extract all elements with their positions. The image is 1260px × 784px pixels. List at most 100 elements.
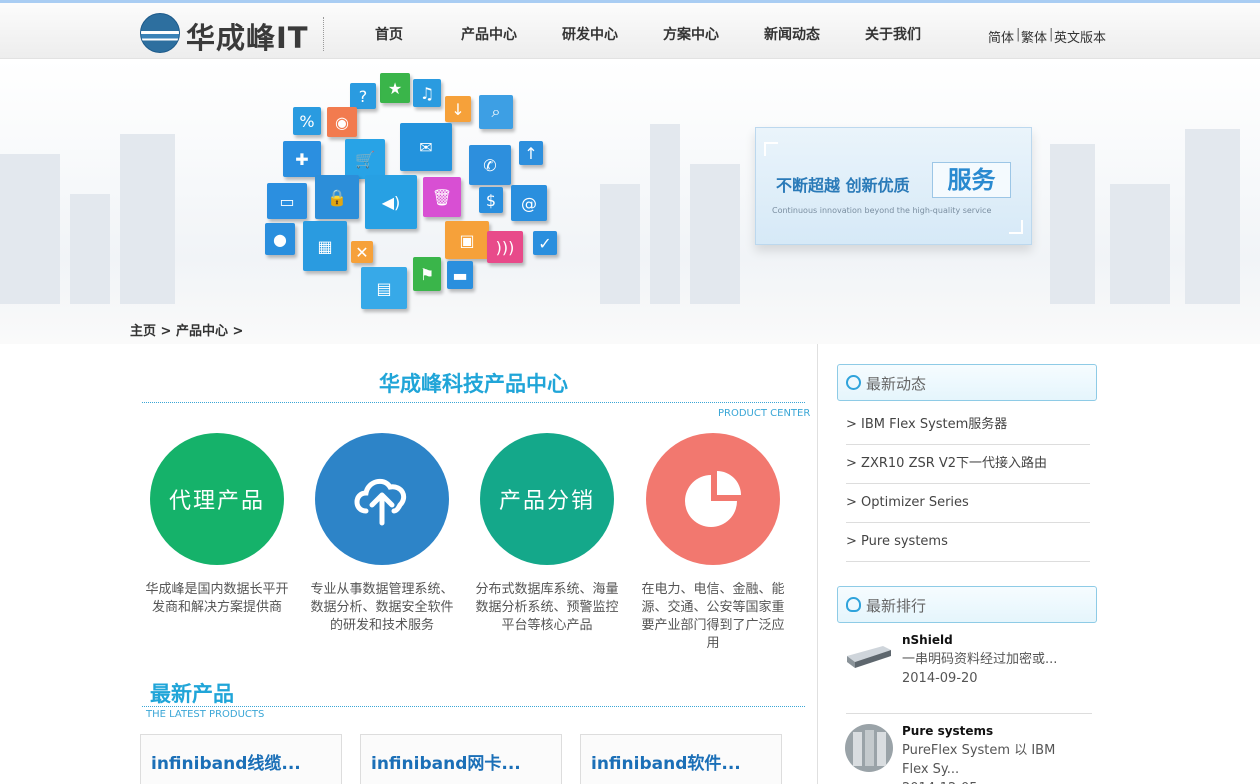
news-link[interactable]: ZXR10 ZSR V2下一代接入路由 bbox=[861, 456, 1047, 471]
pie-chart-icon bbox=[685, 471, 741, 527]
breadcrumb-current[interactable]: 产品中心 bbox=[176, 324, 228, 339]
slogan-panel: 不断超越 创新优质 服务 Continuous innovation beyon… bbox=[755, 127, 1032, 245]
nav-about[interactable]: 关于我们 bbox=[865, 24, 921, 44]
star-icon: ★ bbox=[380, 73, 410, 103]
skyline-building bbox=[0, 154, 60, 304]
circle-label: 产品分销 bbox=[498, 489, 595, 514]
lang-separator: | bbox=[1016, 27, 1021, 42]
news-link[interactable]: IBM Flex System服务器 bbox=[861, 417, 1007, 432]
nav-news[interactable]: 新闻动态 bbox=[764, 24, 820, 44]
skyline-building bbox=[70, 194, 110, 304]
app-icons-illustration: ★ ♫ ? % ◉ ↓ ⌕ ✚ 🛒 ✉ ✆ ↑ ▭ 🔒 ◀) 🗑 $ @ ● ▦… bbox=[255, 71, 565, 321]
rank-divider bbox=[846, 713, 1092, 714]
circle-label: 代理产品 bbox=[168, 489, 265, 514]
product-card-title[interactable]: infiniband软件... bbox=[591, 749, 741, 774]
rank-thumbnail[interactable] bbox=[845, 724, 893, 772]
product-card-title[interactable]: infiniband线缆... bbox=[151, 749, 301, 774]
news-item[interactable]: > ZXR10 ZSR V2下一代接入路由 bbox=[846, 445, 1090, 484]
circle-description: 专业从事数据管理系统、数据分析、数据安全软件的研发和技术服务 bbox=[310, 582, 454, 633]
breadcrumb-separator: > bbox=[160, 324, 172, 339]
ranking-title: 最新排行 bbox=[866, 597, 927, 615]
magnifier-icon: ⌕ bbox=[479, 95, 513, 129]
cloud-service-button[interactable] bbox=[315, 433, 449, 565]
server-rack-image bbox=[845, 724, 893, 772]
rank-item-desc: PureFlex System 以 IBM Flex Sy... bbox=[902, 743, 1056, 777]
rank-item-title[interactable]: nShield bbox=[902, 633, 953, 647]
rank-item-title[interactable]: Pure systems bbox=[902, 724, 993, 738]
skyline-building bbox=[600, 184, 640, 304]
gamepad-icon: ✚ bbox=[283, 141, 321, 177]
product-card[interactable]: infiniband线缆... bbox=[140, 734, 342, 784]
circle-description: 华成峰是国内数据长平开发商和解决方案提供商 bbox=[145, 582, 289, 615]
skyline-building bbox=[120, 134, 175, 304]
news-bullet: > bbox=[846, 456, 857, 471]
news-link[interactable]: Pure systems bbox=[861, 534, 948, 549]
at-sign-icon: @ bbox=[511, 185, 547, 221]
skyline-building bbox=[1050, 144, 1095, 304]
breadcrumb: 主页 > 产品中心 > bbox=[130, 320, 243, 339]
agent-products-button[interactable]: 代理产品 bbox=[150, 433, 284, 565]
mail-icon: ✉ bbox=[400, 123, 452, 171]
nav-solutions[interactable]: 方案中心 bbox=[663, 24, 719, 44]
title-divider bbox=[142, 402, 805, 403]
close-icon: ✕ bbox=[351, 241, 373, 263]
lang-traditional[interactable]: 繁体 bbox=[1021, 27, 1047, 46]
lang-separator: | bbox=[1049, 27, 1054, 42]
product-center-title: 华成峰科技产品中心 bbox=[379, 372, 568, 396]
latest-products-title: 最新产品 bbox=[150, 682, 234, 706]
sidebar-divider bbox=[817, 344, 818, 784]
latest-news-title: 最新动态 bbox=[866, 375, 927, 393]
user-icon: ● bbox=[265, 223, 295, 255]
product-distribution-button[interactable]: 产品分销 bbox=[480, 433, 614, 565]
upload-icon: ↑ bbox=[519, 141, 543, 165]
news-bullet: > bbox=[846, 495, 857, 510]
download-icon: ↓ bbox=[445, 96, 471, 122]
product-card[interactable]: infiniband软件... bbox=[580, 734, 782, 784]
nav-rnd[interactable]: 研发中心 bbox=[562, 24, 618, 44]
breadcrumb-home[interactable]: 主页 bbox=[130, 324, 156, 339]
lang-english[interactable]: 英文版本 bbox=[1054, 27, 1106, 46]
rank-thumbnail[interactable] bbox=[845, 630, 893, 678]
lang-simplified[interactable]: 简体 bbox=[988, 27, 1014, 46]
latest-products-subtitle: THE LATEST PRODUCTS bbox=[146, 709, 265, 720]
folder-icon: ▭ bbox=[267, 183, 307, 219]
slogan-english: Continuous innovation beyond the high-qu… bbox=[772, 206, 992, 215]
news-item[interactable]: > Optimizer Series bbox=[846, 484, 1090, 523]
news-item[interactable]: > Pure systems bbox=[846, 523, 1090, 562]
music-icon: ♫ bbox=[413, 79, 441, 107]
cloud-upload-icon bbox=[354, 478, 407, 526]
server-appliance-image bbox=[847, 646, 891, 668]
corner-bracket bbox=[764, 142, 778, 156]
latest-news-header: 最新动态 bbox=[837, 364, 1097, 401]
nav-products[interactable]: 产品中心 bbox=[461, 24, 517, 44]
slogan-highlight: 服务 bbox=[932, 162, 1011, 198]
skyline-building bbox=[690, 164, 740, 304]
product-card-title[interactable]: infiniband网卡... bbox=[371, 749, 521, 774]
circle-description: 分布式数据库系统、海量数据分析系统、预警监控平台等核心产品 bbox=[475, 582, 619, 633]
news-link[interactable]: Optimizer Series bbox=[861, 495, 969, 510]
product-center-subtitle: PRODUCT CENTER bbox=[718, 408, 811, 419]
clock-icon bbox=[846, 375, 861, 390]
nav-home[interactable]: 首页 bbox=[375, 24, 403, 44]
corner-bracket bbox=[1009, 220, 1023, 234]
circle-description: 在电力、电信、金融、能源、交通、公安等国家重要产业部门得到了广泛应用 bbox=[641, 582, 785, 651]
rank-item-desc: 一串明码资料经过加密或... bbox=[902, 652, 1058, 667]
slogan-text: 不断超越 创新优质 bbox=[776, 176, 910, 195]
logo-text: 华成峰IT bbox=[186, 21, 309, 55]
industry-application-button[interactable] bbox=[646, 433, 780, 565]
cart-icon: 🛒 bbox=[345, 139, 385, 179]
product-card[interactable]: infiniband网卡... bbox=[360, 734, 562, 784]
news-item[interactable]: > IBM Flex System服务器 bbox=[846, 406, 1090, 445]
title-divider bbox=[142, 706, 805, 707]
dollar-icon: $ bbox=[479, 187, 503, 213]
save-icon: ▣ bbox=[445, 221, 489, 259]
lock-icon: 🔒 bbox=[315, 175, 359, 219]
speaker-icon: ◀) bbox=[365, 175, 417, 229]
rank-item-date: 2014-12-05 bbox=[902, 779, 1062, 784]
rss-icon: ))) bbox=[487, 231, 523, 263]
skyline-building bbox=[1110, 184, 1170, 304]
site-logo[interactable]: 华成峰IT bbox=[140, 11, 330, 55]
help-icon: ? bbox=[350, 83, 376, 109]
cloud-icon bbox=[846, 597, 861, 612]
logo-divider bbox=[323, 17, 324, 51]
